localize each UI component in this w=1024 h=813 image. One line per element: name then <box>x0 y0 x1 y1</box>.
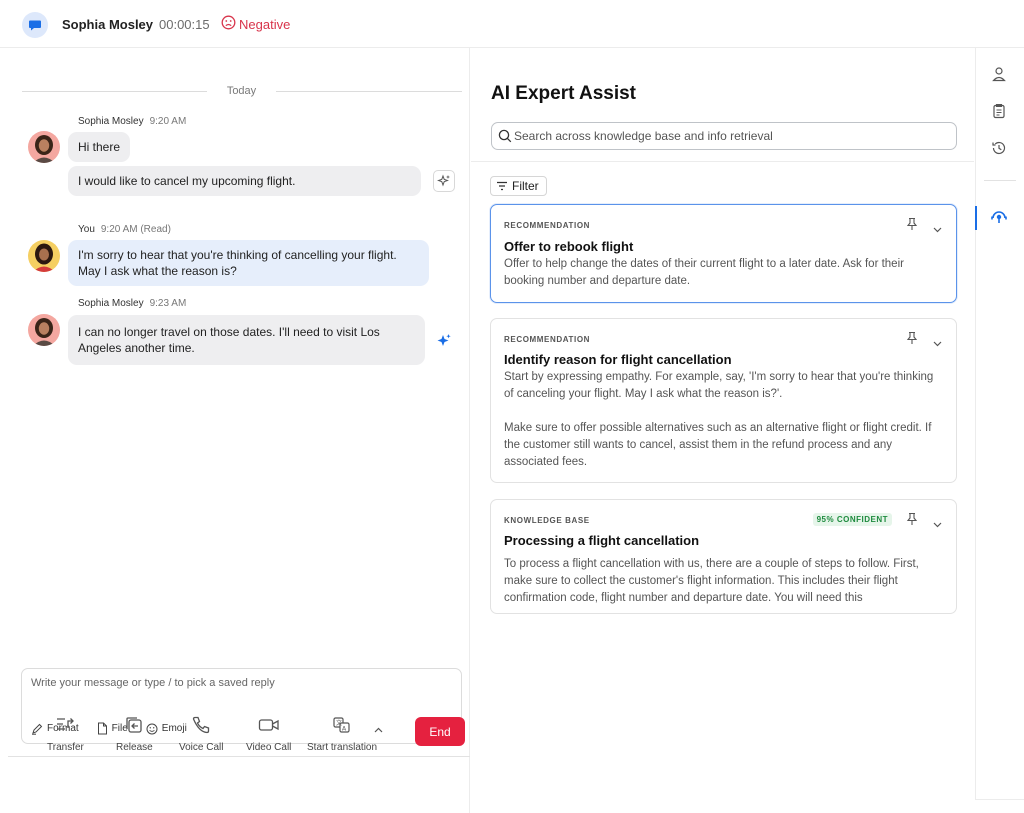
customer-avatar <box>28 314 60 346</box>
card-body: Make sure to offer possible alternatives… <box>504 422 932 468</box>
message-input[interactable] <box>31 677 431 689</box>
format-pen-icon <box>32 723 43 735</box>
ai-suggest-button[interactable] <box>433 330 455 352</box>
pin-icon[interactable] <box>906 217 918 236</box>
day-label: Today <box>226 85 257 97</box>
release-icon <box>124 714 144 736</box>
history-icon[interactable] <box>989 138 1009 158</box>
start-translation-button[interactable]: 文A Start translation <box>307 714 377 753</box>
end-call-button[interactable]: End <box>415 717 465 746</box>
video-call-button[interactable]: Video Call <box>246 714 291 753</box>
message-meta: You 9:20 AM (Read) <box>78 224 171 235</box>
video-camera-icon <box>258 714 280 736</box>
knowledge-search <box>491 122 957 150</box>
panel-divider <box>471 161 974 162</box>
chevron-up-icon[interactable] <box>374 720 383 738</box>
sender-name: You <box>78 224 95 235</box>
voice-call-button[interactable]: Voice Call <box>179 714 223 753</box>
filter-label: Filter <box>512 179 539 193</box>
card-tag: RECOMMENDATION <box>504 221 591 230</box>
message-bubble: I'm sorry to hear that you're thinking o… <box>68 240 429 286</box>
sender-name: Sophia Mosley <box>78 298 144 309</box>
transfer-icon <box>55 714 75 736</box>
message-time: 9:23 AM <box>149 298 187 309</box>
message-bubble: Hi there <box>68 132 131 162</box>
pin-icon[interactable] <box>906 331 918 350</box>
card-body: Start by expressing empathy. For example… <box>504 371 934 400</box>
voice-call-label: Voice Call <box>179 742 224 753</box>
side-rail <box>975 48 1024 800</box>
chevron-down-icon[interactable] <box>933 334 942 352</box>
card-body: To process a flight cancellation with us… <box>504 558 919 604</box>
message-meta: Sophia Mosley 9:23 AM <box>78 298 186 309</box>
sparkle-icon <box>437 334 451 346</box>
transfer-label: Transfer <box>47 742 84 753</box>
filter-icon <box>497 181 507 191</box>
chevron-down-icon[interactable] <box>933 515 942 533</box>
video-call-label: Video Call <box>246 742 292 753</box>
card-tag: KNOWLEDGE BASE <box>504 516 590 525</box>
card-tag: RECOMMENDATION <box>504 335 591 344</box>
card-title: Processing a flight cancellation <box>504 533 700 548</box>
recommendation-card[interactable]: RECOMMENDATION Identify reason for fligh… <box>490 318 957 483</box>
recommendation-card[interactable]: RECOMMENDATION Offer to rebook flight Of… <box>490 204 957 303</box>
chevron-down-icon[interactable] <box>933 220 942 238</box>
message-time: 9:20 AM <box>149 116 187 127</box>
card-title: Offer to rebook flight <box>504 239 634 254</box>
ai-suggest-button[interactable] <box>433 170 455 192</box>
filter-button[interactable]: Filter <box>490 176 547 196</box>
card-title: Identify reason for flight cancellation <box>504 352 732 367</box>
message-composer: Format File Emoji <box>21 668 462 744</box>
sentiment-label: Negative <box>239 16 291 32</box>
day-separator: Today <box>22 85 462 97</box>
active-indicator <box>975 206 977 230</box>
user-icon[interactable] <box>989 64 1009 84</box>
sender-name: Sophia Mosley <box>78 116 144 127</box>
message-bubble: I can no longer travel on those dates. I… <box>68 315 425 365</box>
panel-title: AI Expert Assist <box>491 83 637 104</box>
contact-name: Sophia Mosley <box>62 17 154 32</box>
translate-icon: 文A <box>332 714 352 736</box>
confidence-badge: 95% CONFIDENT <box>812 513 892 526</box>
pin-icon[interactable] <box>906 512 918 531</box>
transfer-button[interactable]: Transfer <box>47 714 84 753</box>
sentiment-badge: Negative <box>221 15 290 33</box>
search-icon <box>498 129 512 148</box>
search-input[interactable] <box>514 129 944 143</box>
call-timer: 00:00:15 <box>159 17 210 32</box>
chat-bubble-icon <box>22 12 48 38</box>
message-time: 9:20 AM (Read) <box>100 224 171 235</box>
clipboard-icon[interactable] <box>989 101 1009 121</box>
message-bubble: I would like to cancel my upcoming fligh… <box>68 166 421 196</box>
chat-pane: Today Sophia Mosley 9:20 AM Hi there I wo… <box>0 48 470 813</box>
sparkle-icon <box>437 174 450 187</box>
ai-assist-panel: AI Expert Assist Filter RECOMMENDATION O… <box>471 48 974 813</box>
release-button[interactable]: Release <box>116 714 153 753</box>
message-meta: Sophia Mosley 9:20 AM <box>78 116 186 127</box>
knowledge-base-card[interactable]: KNOWLEDGE BASE 95% CONFIDENT Processing … <box>490 499 957 614</box>
file-icon <box>97 722 107 735</box>
sad-face-icon <box>221 15 236 33</box>
release-label: Release <box>116 742 153 753</box>
phone-icon <box>191 714 211 736</box>
conversation-header: Sophia Mosley 00:00:15 Negative <box>0 0 1024 48</box>
ai-assist-icon[interactable] <box>989 207 1009 227</box>
call-actions-divider <box>8 756 470 757</box>
rail-divider <box>984 180 1016 181</box>
agent-avatar <box>28 240 60 272</box>
card-body: Offer to help change the dates of their … <box>504 258 904 287</box>
start-translation-label: Start translation <box>307 742 378 753</box>
customer-avatar <box>28 131 60 163</box>
